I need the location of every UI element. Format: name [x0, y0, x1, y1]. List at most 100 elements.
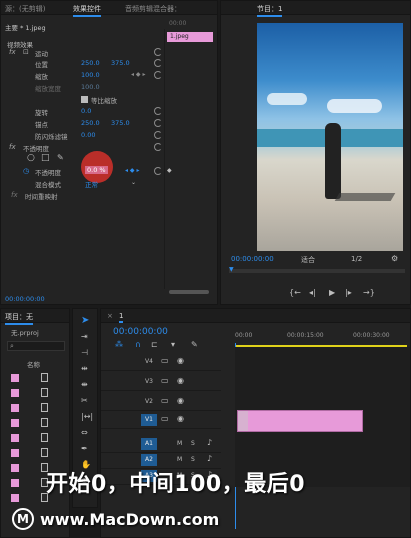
- anchor-x-value[interactable]: 250.0: [81, 119, 100, 127]
- project-item-swatch[interactable]: [11, 404, 19, 412]
- effect-controls-timecode[interactable]: 00:00:00:00: [5, 295, 45, 303]
- scale-reset-icon[interactable]: [154, 71, 162, 79]
- track-target-a2[interactable]: A2: [141, 454, 157, 466]
- scale-value[interactable]: 100.0: [81, 71, 100, 79]
- program-scrubber[interactable]: [229, 269, 405, 273]
- program-video-frame[interactable]: [257, 23, 403, 251]
- step-forward-icon[interactable]: |▸: [345, 289, 352, 297]
- mark-out-icon[interactable]: →}: [363, 289, 375, 297]
- track-target-v2[interactable]: V2: [141, 396, 157, 408]
- anti-flicker-reset-icon[interactable]: [154, 131, 162, 139]
- eye-icon[interactable]: ◉: [177, 377, 184, 385]
- anti-flicker-value[interactable]: 0.00: [81, 131, 95, 139]
- effect-timeline-clip[interactable]: 1.jpeg: [167, 32, 213, 42]
- project-name-column[interactable]: 名称: [27, 359, 40, 369]
- rectangle-mask-icon[interactable]: □: [41, 154, 50, 163]
- close-tab-icon[interactable]: ×: [107, 312, 113, 320]
- tab-audio-mixer[interactable]: 音频剪辑混合器：: [125, 4, 181, 14]
- rolling-edit-tool-icon[interactable]: ⇹: [81, 365, 88, 373]
- project-item-swatch[interactable]: [11, 494, 19, 502]
- tab-sequence[interactable]: 1: [119, 312, 124, 323]
- source-clip-label[interactable]: 主要 * 1.jpeg: [5, 22, 46, 32]
- mute-button[interactable]: M: [177, 440, 182, 448]
- tab-program[interactable]: 节目：1: [257, 4, 283, 17]
- opacity-keyframe-diamond-icon[interactable]: ◆: [167, 167, 172, 175]
- project-search-input[interactable]: ⌕: [7, 341, 65, 351]
- timeline-timecode[interactable]: 00:00:00:00: [113, 327, 168, 337]
- opacity-stopwatch-icon[interactable]: ◷: [23, 167, 29, 175]
- play-button[interactable]: ▶: [329, 289, 335, 297]
- slide-tool-icon[interactable]: ⇔: [81, 429, 88, 437]
- solo-button[interactable]: S: [191, 440, 195, 448]
- ellipse-mask-icon[interactable]: ○: [27, 154, 35, 163]
- project-item-file-icon[interactable]: [41, 373, 48, 382]
- toggle-sync-icon[interactable]: ▭: [161, 397, 169, 405]
- tab-project[interactable]: 项目：无: [5, 312, 33, 325]
- program-timecode[interactable]: 00:00:00:00: [231, 255, 274, 263]
- effect-controls-zoom-scroll[interactable]: [169, 290, 209, 294]
- rate-stretch-tool-icon[interactable]: ⇼: [81, 381, 88, 389]
- uniform-scale-checkbox[interactable]: [81, 96, 88, 103]
- program-quality-select[interactable]: 1/2: [351, 255, 362, 263]
- rotation-value[interactable]: 0.0: [81, 107, 91, 115]
- track-header-v3[interactable]: 🔒︎V3▭◉: [101, 373, 221, 391]
- toggle-sync-icon[interactable]: ▭: [161, 415, 169, 423]
- blend-mode-chevron-icon[interactable]: ⌄: [131, 179, 136, 187]
- mute-button[interactable]: M: [177, 456, 182, 464]
- eye-icon[interactable]: ◉: [177, 415, 184, 423]
- eye-icon[interactable]: ◉: [177, 397, 184, 405]
- solo-button[interactable]: S: [191, 456, 195, 464]
- v1-clip[interactable]: [237, 410, 363, 432]
- project-item-swatch[interactable]: [11, 419, 19, 427]
- motion-fx-icon[interactable]: fx: [9, 48, 16, 56]
- track-header-v2[interactable]: 🔒︎V2▭◉: [101, 393, 221, 411]
- selection-tool-icon[interactable]: ➤: [81, 316, 89, 326]
- project-item-swatch[interactable]: [11, 464, 19, 472]
- anchor-y-value[interactable]: 375.0: [111, 119, 130, 127]
- blend-mode-select[interactable]: 正常: [85, 179, 98, 189]
- motion-reset-icon[interactable]: [154, 48, 162, 56]
- tab-source[interactable]: 源：(无剪辑): [5, 4, 45, 14]
- opacity-section-reset-icon[interactable]: [154, 143, 162, 151]
- project-item-swatch[interactable]: [11, 374, 19, 382]
- track-target-v3[interactable]: V3: [141, 376, 157, 388]
- pen-tool-icon[interactable]: ✒: [81, 445, 88, 453]
- project-item-file-icon[interactable]: [41, 448, 48, 457]
- rotation-reset-icon[interactable]: [154, 107, 162, 115]
- ripple-edit-tool-icon[interactable]: ⊣: [81, 349, 88, 357]
- anchor-reset-icon[interactable]: [154, 119, 162, 127]
- project-item-swatch[interactable]: [11, 479, 19, 487]
- opacity-value[interactable]: 0.0 %: [85, 166, 108, 174]
- toggle-sync-icon[interactable]: ▭: [161, 357, 169, 365]
- scale-keyframe-icon[interactable]: ◂ ◆ ▸: [131, 71, 145, 79]
- step-back-icon[interactable]: ◂|: [309, 289, 316, 297]
- track-header-v1[interactable]: 🔒︎V1▭◉: [101, 411, 221, 429]
- position-x-value[interactable]: 250.0: [81, 59, 100, 67]
- opacity-fx-icon[interactable]: fx: [9, 143, 16, 151]
- project-item-swatch[interactable]: [11, 389, 19, 397]
- slip-tool-icon[interactable]: |↔|: [81, 413, 93, 421]
- track-header-v4[interactable]: 🔒︎V4▭◉: [101, 353, 221, 371]
- time-ruler[interactable]: 00:00 00:00:15:00 00:00:30:00: [235, 329, 410, 349]
- time-remap-fx-icon[interactable]: fx: [11, 191, 18, 199]
- project-item-file-icon[interactable]: [41, 388, 48, 397]
- mark-in-icon[interactable]: {←: [289, 289, 301, 297]
- program-settings-icon[interactable]: ⚙: [391, 255, 398, 263]
- project-item-file-icon[interactable]: [41, 403, 48, 412]
- track-target-a1[interactable]: A1: [141, 438, 157, 450]
- toggle-sync-icon[interactable]: ▭: [161, 377, 169, 385]
- track-target-v1[interactable]: V1: [141, 414, 157, 426]
- tab-effect-controls[interactable]: 效果控件: [73, 4, 101, 17]
- track-target-v4[interactable]: V4: [141, 356, 157, 368]
- razor-tool-icon[interactable]: ✂: [81, 397, 88, 405]
- opacity-reset-icon[interactable]: [154, 167, 162, 175]
- project-item-swatch[interactable]: [11, 434, 19, 442]
- position-reset-icon[interactable]: [154, 59, 162, 67]
- program-playhead-icon[interactable]: ▼: [229, 266, 234, 274]
- motion-transform-icon[interactable]: ⊡: [23, 48, 29, 56]
- effect-timeline-divider[interactable]: [164, 29, 165, 289]
- project-item-file-icon[interactable]: [41, 433, 48, 442]
- project-item-file-icon[interactable]: [41, 418, 48, 427]
- opacity-keyframe-icon[interactable]: ◂ ◆ ▸: [125, 167, 139, 175]
- microphone-icon[interactable]: ♪: [207, 455, 212, 463]
